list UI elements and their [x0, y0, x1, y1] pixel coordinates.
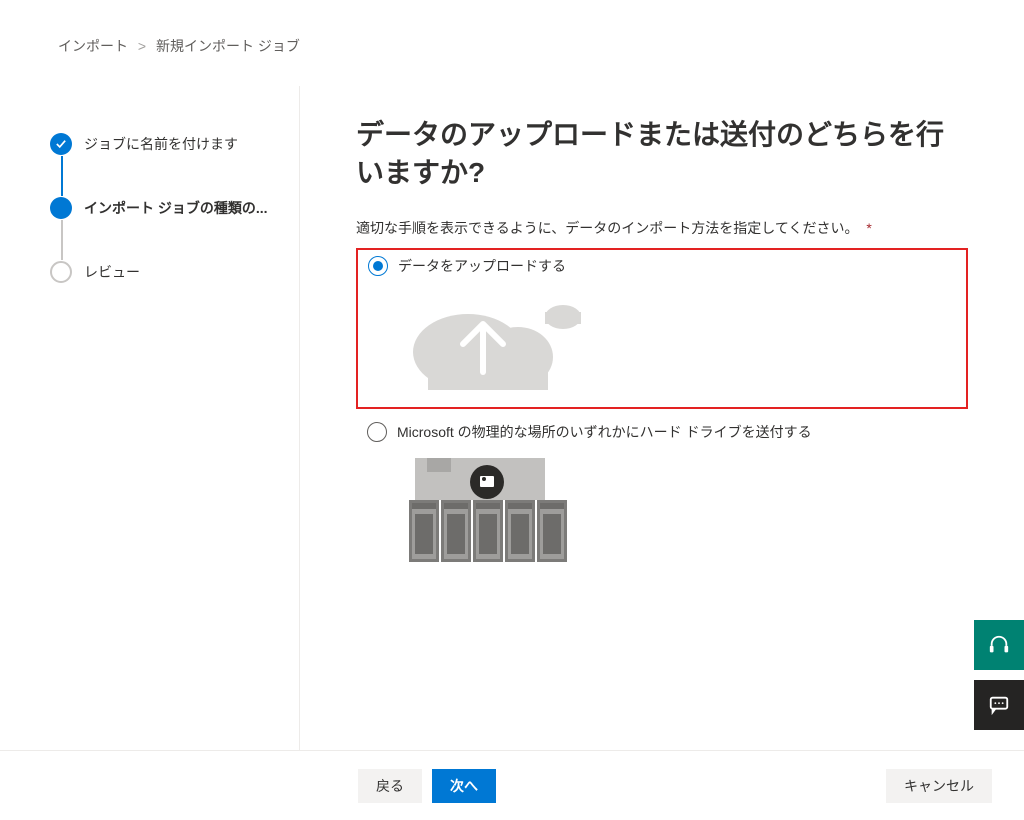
- datacenter-icon: [397, 448, 957, 573]
- feedback-button[interactable]: [974, 680, 1024, 730]
- breadcrumb-separator: >: [138, 38, 146, 54]
- step-connector: [61, 156, 63, 196]
- upcoming-step-icon: [50, 261, 72, 283]
- breadcrumb-current: 新規インポート ジョブ: [156, 38, 300, 54]
- step-name-job[interactable]: ジョブに名前を付けます: [50, 132, 279, 156]
- back-button[interactable]: 戻る: [358, 769, 422, 803]
- breadcrumb: インポート > 新規インポート ジョブ: [0, 0, 1024, 56]
- feedback-icon: [988, 694, 1010, 716]
- check-circle-icon: [50, 133, 72, 155]
- current-step-icon: [50, 197, 72, 219]
- instruction-label: 適切な手順を表示できるように、データのインポート方法を指定してください。: [356, 220, 858, 236]
- breadcrumb-root-link[interactable]: インポート: [58, 38, 128, 54]
- step-review[interactable]: レビュー: [50, 260, 279, 284]
- support-button[interactable]: [974, 620, 1024, 670]
- radio-icon: [367, 422, 387, 442]
- option-upload-data[interactable]: データをアップロードする: [356, 248, 968, 409]
- next-button[interactable]: 次へ: [432, 769, 496, 803]
- step-import-type[interactable]: インポート ジョブの種類の...: [50, 196, 279, 220]
- required-asterisk: *: [866, 220, 871, 236]
- instruction-text: 適切な手順を表示できるように、データのインポート方法を指定してください。 *: [356, 218, 968, 238]
- wizard-footer: 戻る 次へ キャンセル: [0, 750, 1024, 820]
- cloud-upload-icon: [398, 282, 956, 397]
- option-label: データをアップロードする: [398, 256, 566, 276]
- page-title: データのアップロードまたは送付のどちらを行いますか?: [356, 116, 968, 192]
- option-ship-drives[interactable]: Microsoft の物理的な場所のいずれかにハード ドライブを送付する: [356, 415, 968, 584]
- option-label: Microsoft の物理的な場所のいずれかにハード ドライブを送付する: [397, 422, 812, 442]
- step-label: インポート ジョブの種類の...: [84, 198, 268, 218]
- main-content: データのアップロードまたは送付のどちらを行いますか? 適切な手順を表示できるよう…: [300, 86, 1024, 750]
- step-connector: [61, 220, 63, 260]
- radio-icon: [368, 256, 388, 276]
- side-help-tabs: [974, 620, 1024, 730]
- step-label: レビュー: [84, 262, 140, 282]
- headset-icon: [988, 634, 1010, 656]
- step-label: ジョブに名前を付けます: [84, 134, 238, 154]
- wizard-stepper: ジョブに名前を付けます インポート ジョブの種類の... レビュー: [0, 86, 300, 750]
- cancel-button[interactable]: キャンセル: [886, 769, 992, 803]
